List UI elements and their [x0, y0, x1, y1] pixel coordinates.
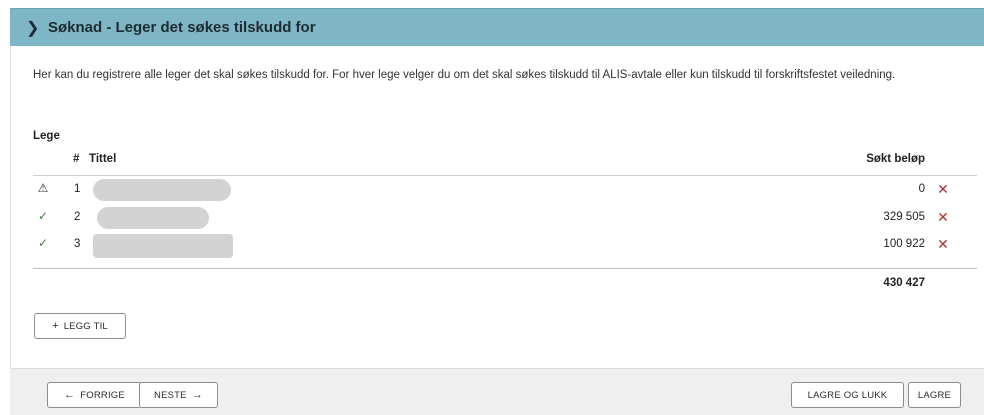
- table-row[interactable]: ✓ 3 100 922 ✕: [33, 232, 977, 258]
- arrow-left-icon: ←: [64, 389, 76, 401]
- column-header-amount: Søkt beløp: [866, 153, 925, 165]
- arrow-right-icon: →: [191, 389, 203, 401]
- table-row[interactable]: ⚠ 1 0 ✕: [33, 177, 977, 203]
- delete-icon[interactable]: ✕: [936, 181, 950, 198]
- chevron-right-icon[interactable]: ❯: [26, 18, 40, 38]
- lege-label: Lege: [33, 130, 60, 142]
- plus-icon: +: [52, 320, 59, 332]
- save-button[interactable]: LAGRE: [908, 382, 961, 408]
- column-header-number: #: [73, 153, 80, 165]
- add-button-label: LEGG TIL: [63, 320, 108, 332]
- previous-button[interactable]: ← FORRIGE: [47, 382, 142, 408]
- delete-icon[interactable]: ✕: [936, 236, 950, 253]
- section-body: Her kan du registrere alle leger det ska…: [10, 46, 984, 368]
- total-divider: [33, 268, 977, 269]
- total-amount: 430 427: [883, 277, 925, 289]
- previous-button-label: FORRIGE: [80, 389, 125, 401]
- row-amount: 100 922: [883, 238, 925, 250]
- table-row[interactable]: ✓ 2 329 505 ✕: [33, 205, 977, 231]
- row-number: 2: [74, 211, 81, 223]
- column-header-title: Tittel: [89, 153, 117, 165]
- table-header-divider: [33, 175, 977, 176]
- warning-icon: ⚠: [37, 181, 49, 195]
- row-amount: 0: [918, 183, 925, 195]
- redacted-title: [93, 234, 233, 258]
- row-amount: 329 505: [883, 211, 925, 223]
- section-header[interactable]: ❯ Søknad - Leger det søkes tilskudd for: [10, 8, 984, 46]
- next-button-label: NESTE: [154, 389, 187, 401]
- section-title: Søknad - Leger det søkes tilskudd for: [48, 19, 316, 36]
- row-number: 1: [74, 183, 81, 195]
- next-button[interactable]: NESTE →: [139, 382, 218, 408]
- add-doctor-button[interactable]: + LEGG TIL: [34, 313, 126, 339]
- save-and-close-button[interactable]: LAGRE OG LUKK: [791, 382, 904, 408]
- check-icon: ✓: [37, 236, 49, 250]
- redacted-title: [93, 179, 231, 201]
- check-icon: ✓: [37, 209, 49, 223]
- row-number: 3: [74, 238, 81, 250]
- intro-text: Her kan du registrere alle leger det ska…: [33, 69, 896, 81]
- delete-icon[interactable]: ✕: [936, 209, 950, 226]
- redacted-title: [97, 207, 209, 229]
- footer-bar: ← FORRIGE NESTE → LAGRE OG LUKK LAGRE: [10, 368, 984, 415]
